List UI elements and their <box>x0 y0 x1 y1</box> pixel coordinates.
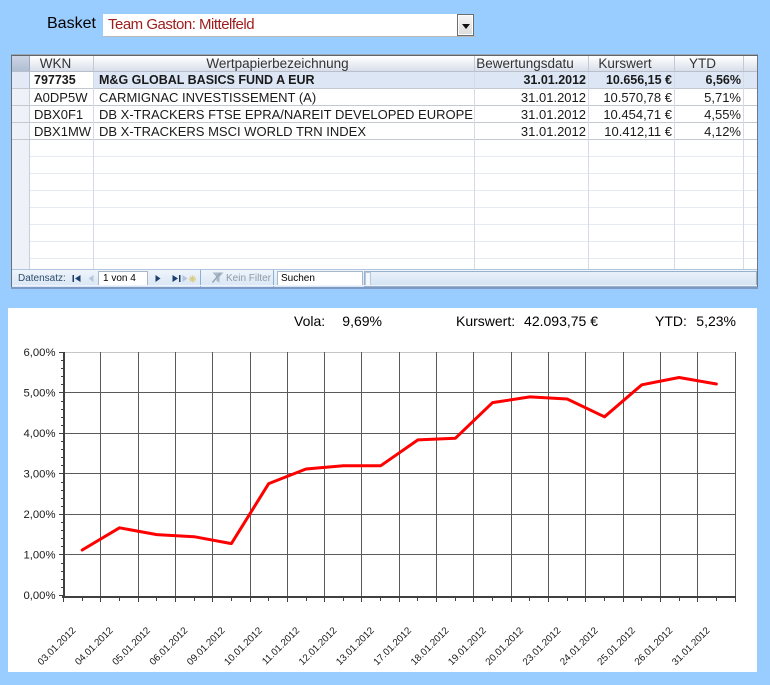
svg-text:13.01.2012: 13.01.2012 <box>334 625 376 667</box>
svg-text:09.01.2012: 09.01.2012 <box>185 625 227 667</box>
svg-text:06.01.2012: 06.01.2012 <box>148 625 190 667</box>
svg-text:17.01.2012: 17.01.2012 <box>372 625 414 667</box>
svg-text:18.01.2012: 18.01.2012 <box>409 625 451 667</box>
svg-text:23.01.2012: 23.01.2012 <box>521 625 563 667</box>
svg-text:5,00%: 5,00% <box>23 387 55 399</box>
svg-text:26.01.2012: 26.01.2012 <box>633 625 675 667</box>
svg-text:25.01.2012: 25.01.2012 <box>595 625 637 667</box>
svg-text:19.01.2012: 19.01.2012 <box>446 625 488 667</box>
svg-text:4,00%: 4,00% <box>23 428 55 440</box>
svg-text:6,00%: 6,00% <box>23 347 55 359</box>
svg-text:04.01.2012: 04.01.2012 <box>73 625 115 667</box>
svg-text:11.01.2012: 11.01.2012 <box>260 625 302 667</box>
svg-text:24.01.2012: 24.01.2012 <box>558 625 600 667</box>
svg-text:20.01.2012: 20.01.2012 <box>484 625 526 667</box>
svg-text:03.01.2012: 03.01.2012 <box>36 625 78 667</box>
svg-text:31.01.2012: 31.01.2012 <box>670 625 712 667</box>
svg-text:3,00%: 3,00% <box>23 468 55 480</box>
svg-text:0,00%: 0,00% <box>23 590 55 602</box>
svg-text:12.01.2012: 12.01.2012 <box>297 625 339 667</box>
svg-text:05.01.2012: 05.01.2012 <box>110 625 152 667</box>
svg-text:2,00%: 2,00% <box>23 509 55 521</box>
svg-text:1,00%: 1,00% <box>23 549 55 561</box>
svg-text:10.01.2012: 10.01.2012 <box>222 625 264 667</box>
